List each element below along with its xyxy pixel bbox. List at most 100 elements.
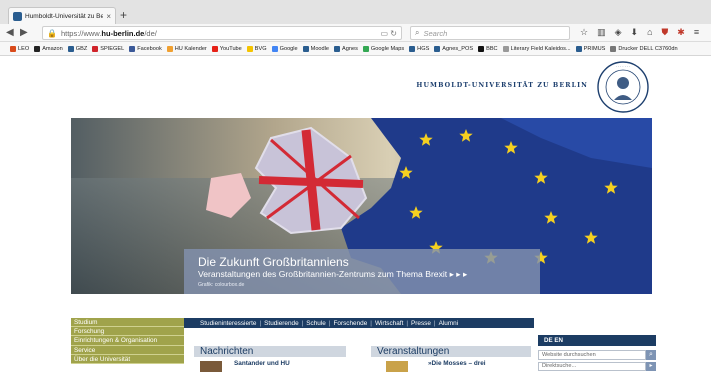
bookmark-item[interactable]: Facebook: [129, 45, 162, 52]
lock-icon: 🔒: [47, 28, 57, 38]
menu-item[interactable]: Über die Universität: [71, 354, 184, 364]
site-search: Website durchsuchen ⌕: [538, 350, 656, 360]
extension-icon[interactable]: ✱: [677, 27, 685, 38]
bookmark-icon: [575, 45, 582, 52]
bookmark-icon: [302, 45, 309, 52]
bookmark-item[interactable]: Agnes_POS: [434, 45, 473, 52]
bookmark-label: BBC: [486, 45, 498, 52]
audience-nav-link[interactable]: Studieninteressierte: [200, 320, 256, 327]
menu-item[interactable]: Einrichtungen & Organisation: [71, 336, 184, 346]
bookmark-item[interactable]: YouTube: [211, 45, 242, 52]
tab-title: Humboldt-Universität zu Be: [25, 12, 104, 20]
event-item-title[interactable]: »Die Mosses – drei: [428, 360, 486, 368]
main-menu: Studium Forschung Einrichtungen & Organisa…: [71, 318, 184, 364]
language-switch[interactable]: DE EN: [538, 335, 656, 346]
menu-item[interactable]: Forschung: [71, 327, 184, 337]
address-bar[interactable]: 🔒 https://www.hu-berlin.de/de/ ▭ ↻: [42, 26, 402, 40]
bookmark-icon: [409, 45, 416, 52]
library-icon[interactable]: ▥: [597, 27, 606, 38]
bookmark-item[interactable]: Google: [271, 45, 298, 52]
bookmark-icon: [610, 45, 617, 52]
bookmark-item[interactable]: HU Kalender: [166, 45, 207, 52]
university-seal-icon[interactable]: · · · · · · ·: [596, 60, 650, 114]
audience-nav-link[interactable]: Schule: [306, 320, 326, 327]
audience-nav-link[interactable]: Forschende: [334, 320, 368, 327]
new-tab-button[interactable]: +: [120, 8, 127, 22]
search-submit-icon[interactable]: ⌕: [646, 350, 656, 360]
bookmark-label: Drucker DELL C3760dn: [618, 45, 678, 52]
bookmark-label: LEO: [18, 45, 30, 52]
bookmark-icon: [67, 45, 74, 52]
browser-search-input[interactable]: ⌕ Search: [410, 26, 570, 40]
bookmark-label: Google Maps: [370, 45, 405, 52]
hero-banner[interactable]: Die Zukunft Großbritanniens Veranstaltun…: [71, 118, 652, 294]
back-icon[interactable]: ◀: [6, 27, 14, 39]
home-icon[interactable]: ⌂: [647, 27, 652, 38]
bookmark-item[interactable]: Amazon: [34, 45, 63, 52]
bookmark-label: HU Kalender: [174, 45, 207, 52]
bookmark-item[interactable]: LEO: [10, 45, 30, 52]
close-tab-icon[interactable]: ×: [106, 12, 111, 21]
bookmark-label: HGS: [417, 45, 430, 52]
nav-separator: |: [406, 319, 409, 327]
bookmark-item[interactable]: BBC: [478, 45, 498, 52]
hero-title[interactable]: Die Zukunft Großbritanniens: [198, 255, 530, 269]
bookmark-label: Facebook: [137, 45, 162, 52]
bookmark-item[interactable]: Drucker DELL C3760dn: [610, 45, 678, 52]
bookmark-label: YouTube: [219, 45, 242, 52]
site-search-input[interactable]: Website durchsuchen: [538, 350, 646, 360]
menu-item[interactable]: Studium: [71, 318, 184, 328]
nav-separator: |: [328, 319, 331, 327]
bookmark-label: Google: [279, 45, 298, 52]
bookmark-icon: [502, 45, 509, 52]
svg-text:· · · · · · ·: · · · · · · ·: [616, 65, 631, 69]
hero-caption[interactable]: Die Zukunft Großbritanniens Veranstaltun…: [184, 249, 540, 294]
bookmark-icon: [211, 45, 218, 52]
news-thumbnail[interactable]: [200, 361, 222, 372]
bookmark-item[interactable]: GBZ: [67, 45, 87, 52]
bookmark-label: Agnes: [342, 45, 358, 52]
audience-nav-link[interactable]: Alumni: [439, 320, 459, 327]
bookmark-item[interactable]: Moodle: [302, 45, 329, 52]
bookmark-item[interactable]: BVG: [246, 45, 267, 52]
hero-subtitle[interactable]: Veranstaltungen des Großbritannien-Zentr…: [198, 269, 530, 280]
news-heading[interactable]: Nachrichten: [194, 346, 346, 357]
bookmark-label: PRIMUS: [583, 45, 606, 52]
bookmarks-bar: LEO Amazon GBZ SPIEGEL Facebook HU Kalender Yo…: [0, 42, 711, 56]
bookmark-item[interactable]: Literary Field Kaleidos...: [502, 45, 571, 52]
nav-separator: |: [370, 319, 372, 327]
browser-tab[interactable]: Humboldt-Universität zu Be ×: [8, 7, 116, 24]
reload-icon[interactable]: ▭ ↻: [381, 29, 397, 38]
bookmark-item[interactable]: PRIMUS: [575, 45, 606, 52]
bookmark-icon: [129, 45, 136, 52]
direct-search-select[interactable]: Direktsuche...: [538, 362, 646, 371]
bookmark-item[interactable]: SPIEGEL: [92, 45, 125, 52]
browser-tabbar: Humboldt-Universität zu Be × +: [0, 0, 711, 24]
bookmark-icon: [362, 45, 369, 52]
shield-icon[interactable]: ⛊: [662, 27, 669, 38]
nav-separator: |: [433, 319, 436, 327]
audience-nav-link[interactable]: Studierende: [264, 320, 298, 327]
bookmark-item[interactable]: HGS: [409, 45, 430, 52]
download-icon[interactable]: ⬇: [631, 27, 639, 38]
menu-item[interactable]: Service: [71, 345, 184, 355]
audience-nav: Studieninteressierte | Studierende | Schule |…: [184, 318, 534, 328]
news-item-title[interactable]: Santander und HU: [234, 360, 290, 368]
url-text: https://www.hu-berlin.de/de/: [60, 28, 157, 38]
bookmark-label: SPIEGEL: [100, 45, 125, 52]
forward-icon[interactable]: ▶: [20, 27, 28, 39]
favicon-icon: [13, 11, 22, 21]
event-thumbnail[interactable]: [386, 361, 408, 372]
events-heading[interactable]: Veranstaltungen: [371, 346, 531, 357]
pocket-icon[interactable]: ◈: [615, 27, 622, 38]
audience-nav-link[interactable]: Presse: [411, 320, 431, 327]
bookmark-item[interactable]: Google Maps: [362, 45, 405, 52]
bookmark-item[interactable]: Agnes: [334, 45, 358, 52]
menu-icon[interactable]: ≡: [694, 27, 699, 38]
toolbar-icons: ☆ ▥ ◈ ⬇ ⌂ ⛊ ✱ ≡: [580, 27, 699, 38]
go-arrow-icon[interactable]: ▸: [646, 362, 656, 371]
bookmark-icon: [478, 45, 485, 52]
bookmark-star-icon[interactable]: ☆: [580, 27, 588, 38]
audience-nav-link[interactable]: Wirtschaft: [375, 320, 403, 327]
bookmark-icon: [434, 45, 441, 52]
